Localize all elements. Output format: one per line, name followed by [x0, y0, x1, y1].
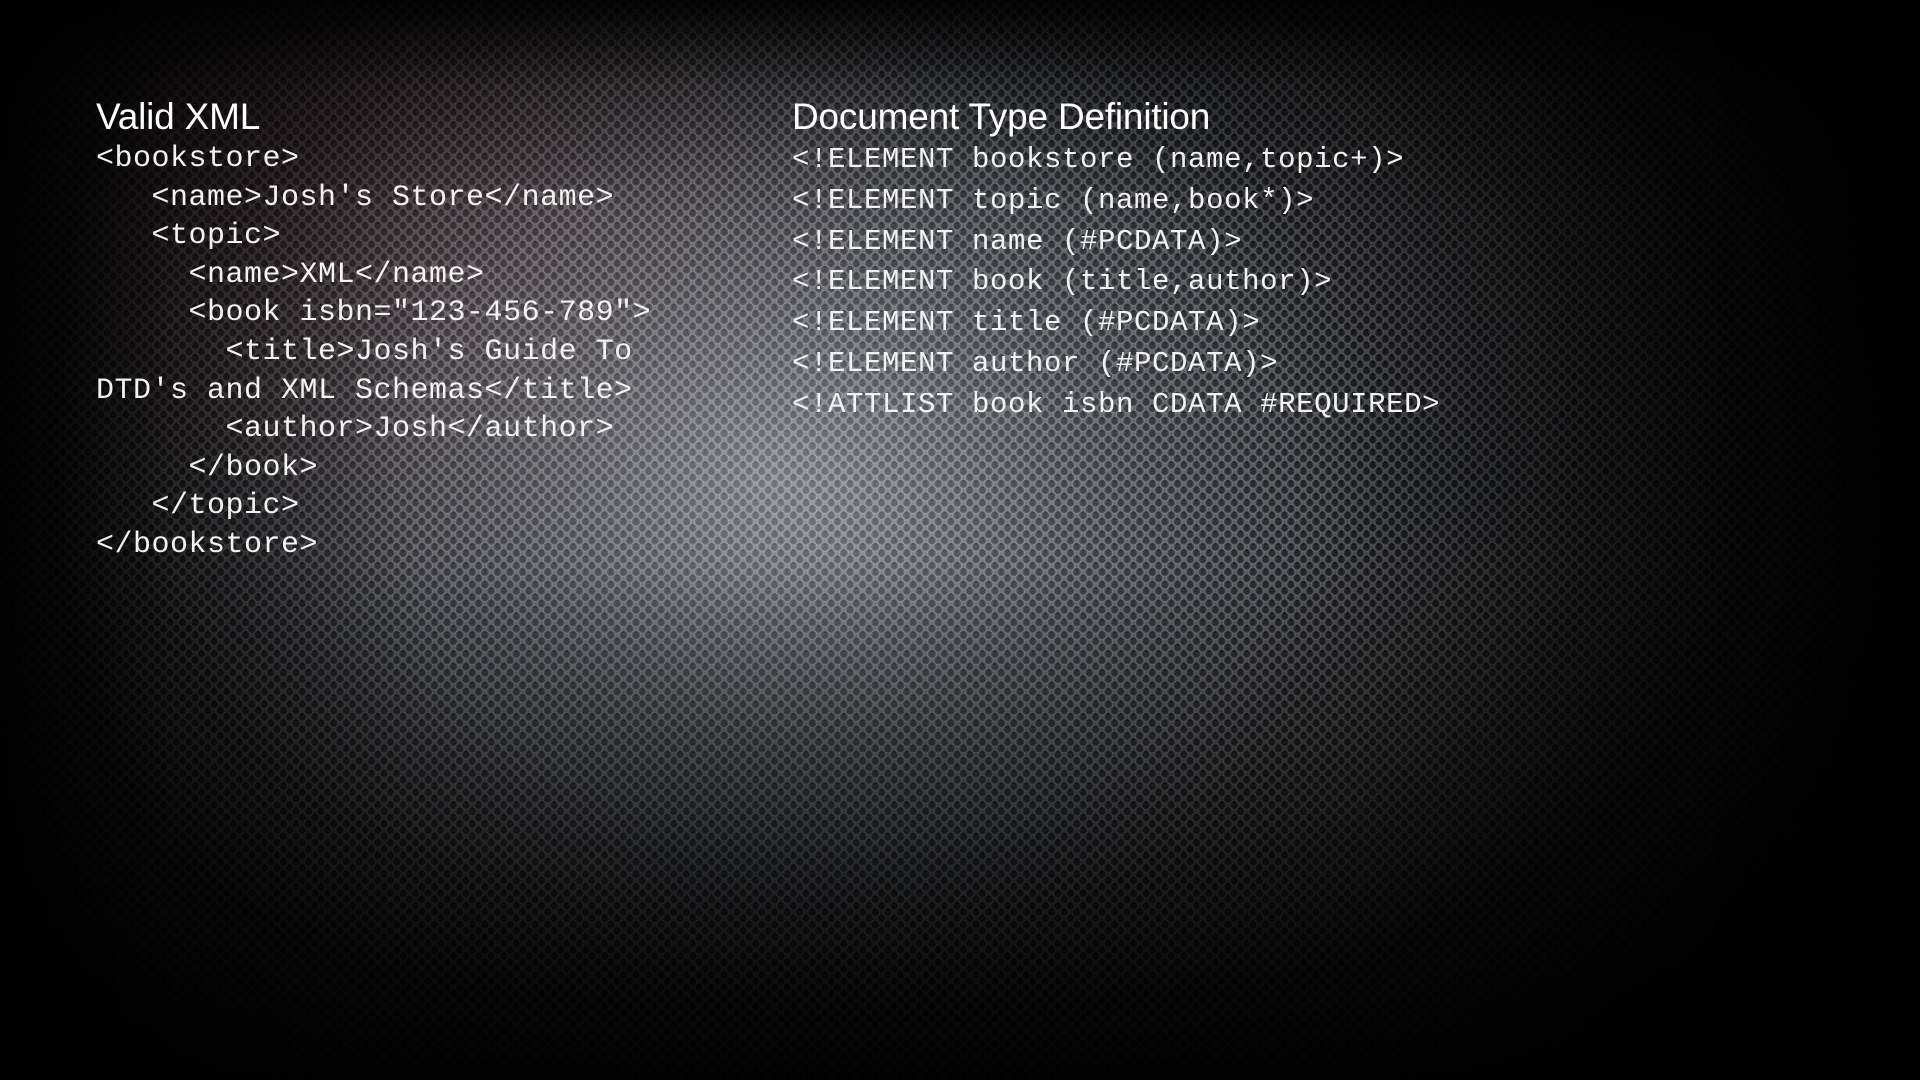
code-line: <!ELEMENT book (title,author)> [792, 265, 1333, 299]
code-line: <!ELEMENT author (#PCDATA)> [792, 346, 1279, 380]
valid-xml-code-block: <bookstore> <name>Josh's Store</name> <t… [96, 140, 756, 565]
code-line: <!ATTLIST book isbn CDATA #REQUIRED> [792, 387, 1441, 421]
dtd-heading: Document Type Definition [792, 96, 1211, 137]
code-line: </bookstore> [96, 527, 319, 562]
dtd-column: Document Type Definition <!ELEMENT books… [792, 96, 1902, 426]
code-line: <!ELEMENT topic (name,book*)> [792, 183, 1315, 217]
code-line: DTD's and XML Schemas</title> [96, 373, 633, 408]
code-line: <!ELEMENT name (#PCDATA)> [792, 224, 1243, 258]
code-line: <name>XML</name> [96, 257, 485, 292]
code-line: <!ELEMENT title (#PCDATA)> [792, 306, 1261, 340]
code-line: <!ELEMENT bookstore (name,topic+)> [792, 143, 1405, 176]
code-line: <name>Josh's Store</name> [96, 180, 615, 215]
code-line: <book isbn="123-456-789"> [96, 296, 652, 331]
code-line: <topic> [96, 219, 282, 254]
code-line: <title>Josh's Guide To [96, 334, 633, 369]
code-line: </topic> [96, 489, 300, 524]
code-line: </book> [96, 450, 319, 485]
slide: Valid XML <bookstore> <name>Josh's Store… [0, 0, 1920, 1080]
slide-content: Valid XML <bookstore> <name>Josh's Store… [0, 0, 1920, 1080]
code-line: <author>Josh</author> [96, 412, 615, 447]
dtd-code-block: <!ELEMENT bookstore (name,topic+)> <!ELE… [792, 140, 1902, 426]
code-line: <bookstore> [96, 142, 300, 176]
valid-xml-heading: Valid XML [96, 96, 261, 137]
valid-xml-column: Valid XML <bookstore> <name>Josh's Store… [96, 96, 756, 565]
